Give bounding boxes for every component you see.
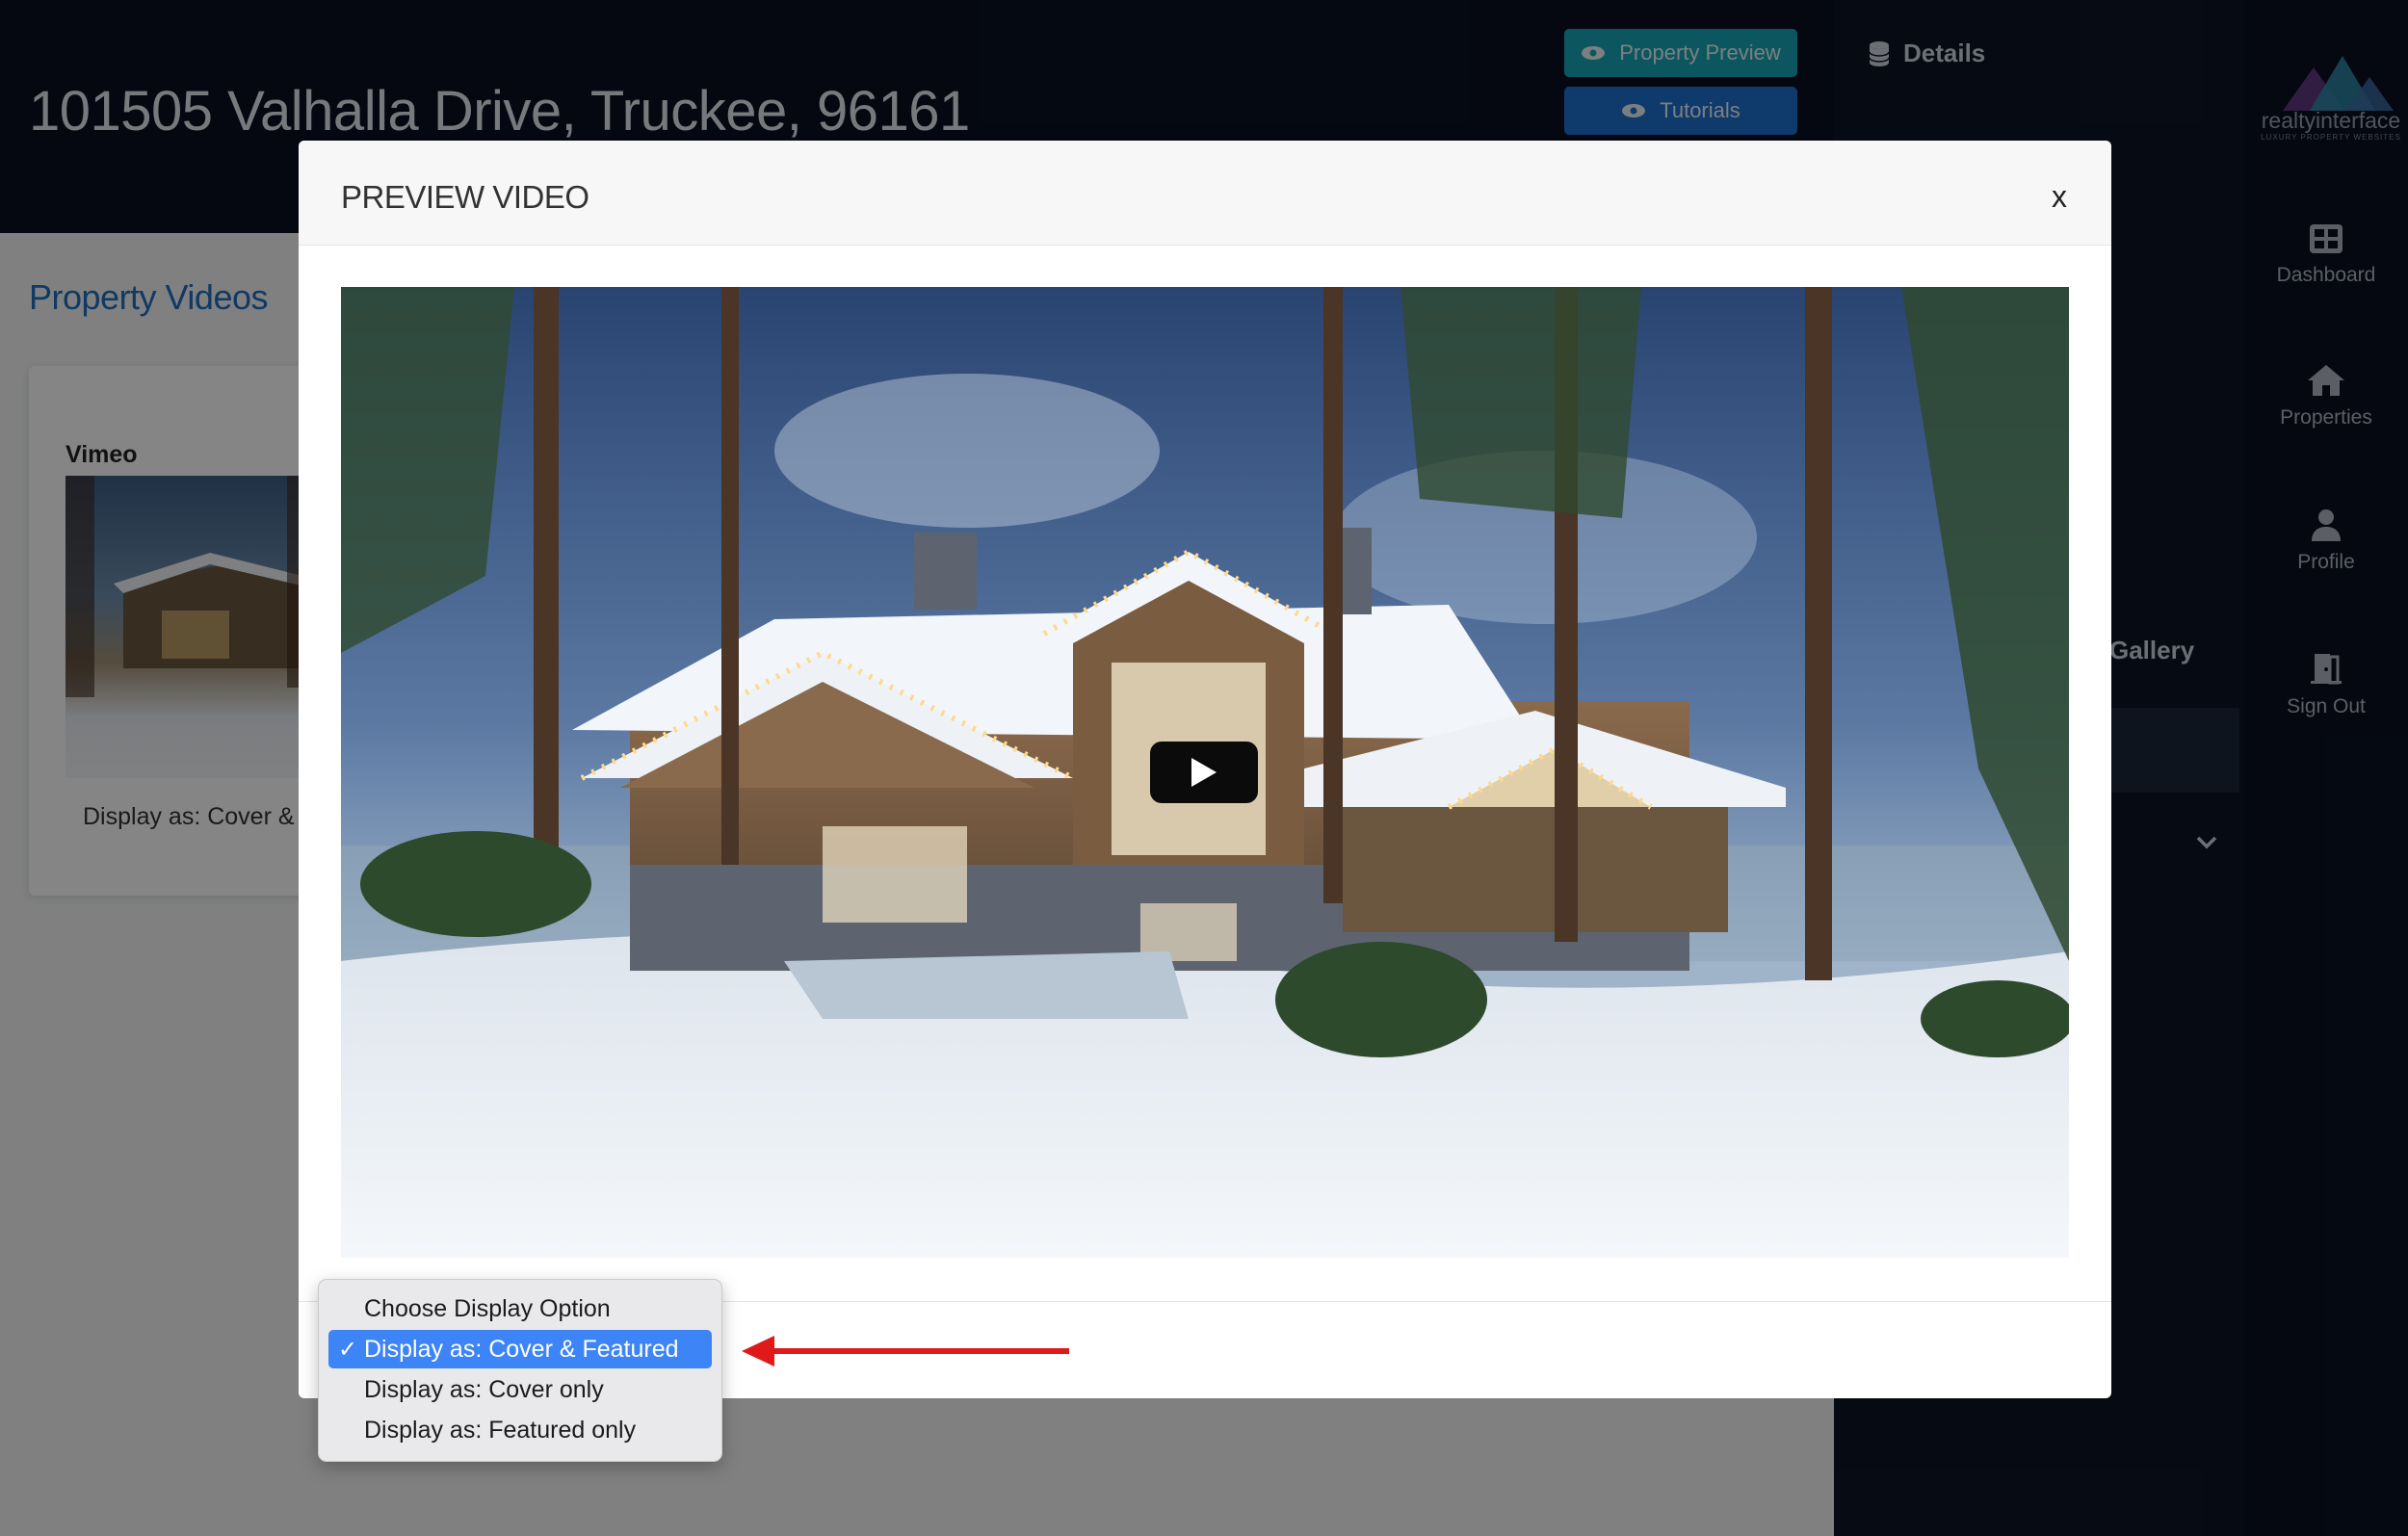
checkmark-icon: ✓: [338, 1336, 358, 1363]
play-icon: [1191, 758, 1217, 787]
dropdown-option-label: Display as: Featured only: [364, 1416, 637, 1444]
modal-header: PREVIEW VIDEO x: [299, 141, 2111, 246]
dropdown-option-cover-featured[interactable]: ✓ Display as: Cover & Featured: [328, 1330, 712, 1368]
close-button[interactable]: x: [2052, 179, 2067, 215]
play-button[interactable]: [1150, 742, 1258, 803]
annotation-arrow-icon: [742, 1336, 1069, 1367]
dropdown-option-cover-only[interactable]: Display as: Cover only: [328, 1370, 712, 1409]
dropdown-option-label: Choose Display Option: [364, 1294, 611, 1322]
modal-title: PREVIEW VIDEO: [341, 179, 589, 215]
display-option-dropdown[interactable]: Choose Display Option ✓ Display as: Cove…: [318, 1279, 722, 1462]
dropdown-option-featured-only[interactable]: Display as: Featured only: [328, 1411, 712, 1449]
dropdown-option-label: Display as: Cover & Featured: [364, 1335, 679, 1363]
dropdown-option-choose[interactable]: Choose Display Option: [328, 1289, 712, 1328]
dropdown-option-label: Display as: Cover only: [364, 1375, 604, 1403]
